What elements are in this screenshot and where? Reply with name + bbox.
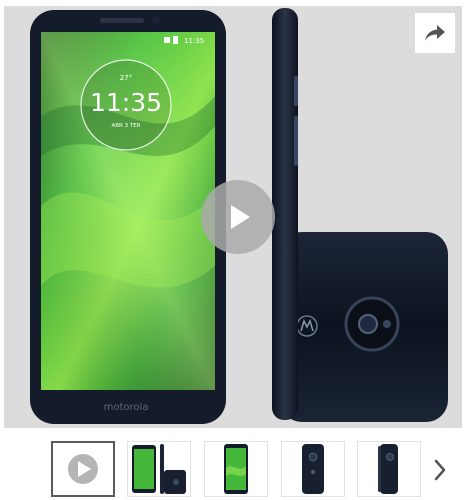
play-icon: [231, 205, 250, 229]
thumbnail-back-angle[interactable]: [357, 441, 421, 497]
clock-date: ABR 3 TER: [111, 123, 140, 129]
battery-icon: [173, 36, 178, 44]
thumbnail-strip: [0, 438, 467, 500]
brand-text: motorola: [104, 402, 149, 413]
phone-side: [272, 8, 298, 420]
next-thumbnails-button[interactable]: [427, 453, 453, 487]
thumbnail-front-and-side[interactable]: [127, 441, 191, 497]
clock-temperature: 27°: [120, 74, 132, 82]
play-video-button[interactable]: [201, 180, 275, 254]
clock-time: 11:35: [90, 88, 162, 117]
share-arrow-icon: [425, 25, 445, 41]
product-gallery: 11:35 27° 11:35 ABR 3 TER motorola: [0, 0, 467, 500]
chevron-right-icon: [434, 459, 446, 481]
main-product-image[interactable]: 11:35 27° 11:35 ABR 3 TER motorola: [4, 6, 462, 428]
thumbnail-video[interactable]: [51, 441, 115, 497]
thumbnail-back[interactable]: [281, 441, 345, 497]
share-button[interactable]: [415, 13, 455, 53]
status-time: 11:35: [184, 37, 204, 45]
wifi-icon: [164, 37, 170, 43]
thumbnail-front[interactable]: [204, 441, 268, 497]
